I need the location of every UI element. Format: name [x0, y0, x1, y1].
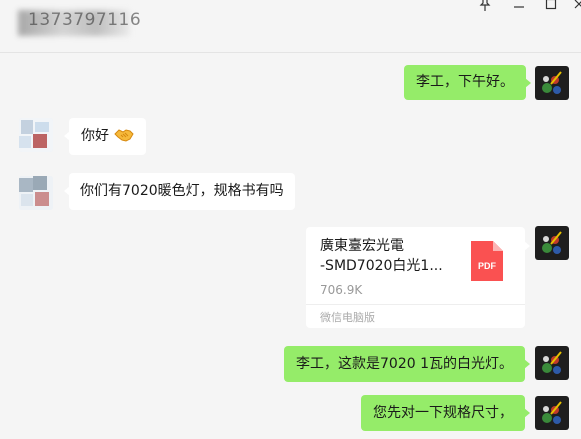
- message-text: 李工，这款是7020 1瓦的白光灯。: [296, 356, 513, 372]
- message-text: 你们有7020暖色灯，规格书有吗: [80, 183, 284, 199]
- handshake-emoji-icon: [114, 127, 135, 149]
- pdf-file-icon: PDF: [471, 241, 503, 281]
- file-name: 廣東臺宏光電 -SMD7020白光1...: [320, 238, 443, 274]
- message-bubble-self[interactable]: 李工，这款是7020 1瓦的白光灯。: [284, 346, 530, 382]
- message-bubble-self[interactable]: 您先对一下规格尺寸，: [361, 395, 530, 431]
- avatar[interactable]: [535, 226, 569, 260]
- avatar[interactable]: [19, 176, 53, 210]
- minimize-icon[interactable]: [508, 0, 530, 12]
- avatar[interactable]: [535, 396, 569, 430]
- pin-icon[interactable]: [474, 0, 496, 12]
- message-list[interactable]: 李工，下午好。 你好 你们有7020暖色灯，规格书有吗 廣東臺宏光電 -SMD7…: [0, 53, 581, 439]
- maximize-icon[interactable]: [540, 0, 562, 12]
- file-size: 706.9K: [320, 283, 363, 297]
- message-text: 李工，下午好。: [416, 74, 514, 90]
- message-bubble-other[interactable]: 你好: [63, 118, 147, 155]
- avatar[interactable]: [535, 346, 569, 380]
- svg-text:PDF: PDF: [478, 261, 497, 271]
- close-icon[interactable]: [568, 0, 581, 12]
- chat-header: 1373797116: [0, 0, 581, 53]
- avatar[interactable]: [19, 118, 53, 152]
- file-source: 微信电脑版: [320, 311, 375, 324]
- message-bubble-self[interactable]: 李工，下午好。: [404, 65, 531, 100]
- message-text: 你好: [81, 128, 109, 144]
- file-message-card[interactable]: 廣東臺宏光電 -SMD7020白光1... 706.9K PDF 微信电脑版: [306, 227, 530, 328]
- message-bubble-other[interactable]: 你们有7020暖色灯，规格书有吗: [64, 173, 295, 210]
- message-text: 您先对一下规格尺寸，: [373, 405, 513, 421]
- file-footer: 微信电脑版: [306, 304, 525, 328]
- contact-name: 1373797116: [28, 10, 142, 30]
- avatar[interactable]: [535, 66, 569, 100]
